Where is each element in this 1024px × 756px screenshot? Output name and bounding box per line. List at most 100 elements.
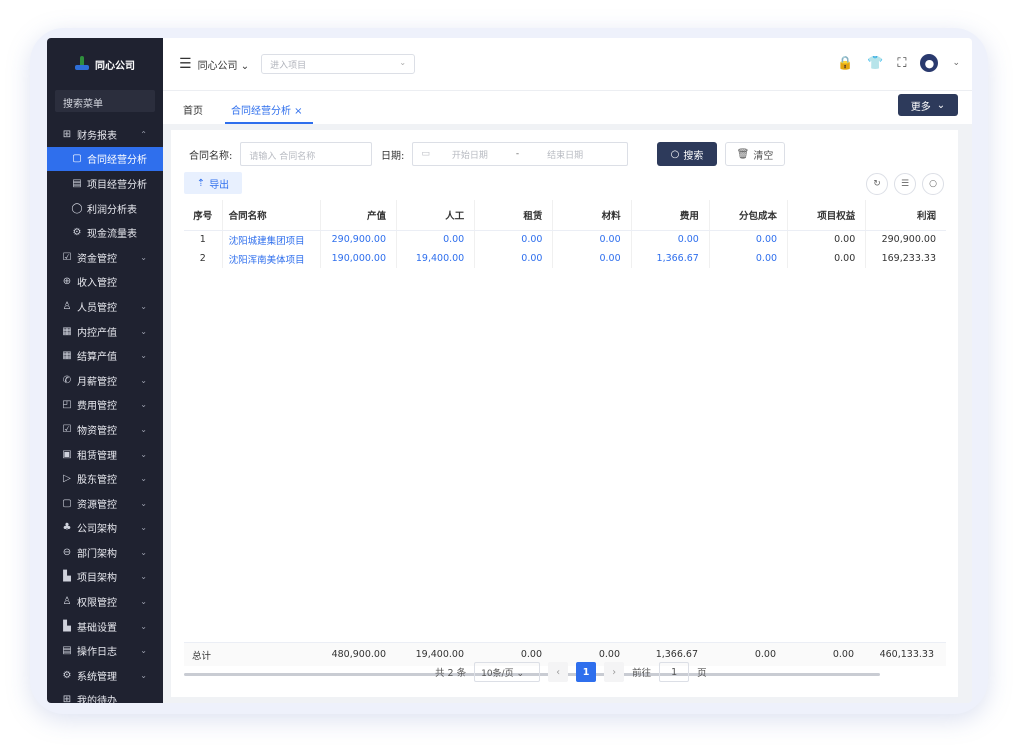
sidebar-item-label: 部门架构: [77, 548, 117, 560]
sidebar-item[interactable]: ♙ 权限管控 ⌄: [47, 589, 163, 614]
table-cell[interactable]: 0.00: [396, 230, 476, 249]
more-label: 更多: [910, 101, 931, 113]
table-cell[interactable]: 290,900.00: [320, 230, 398, 249]
gear-icon: ⚙: [72, 227, 82, 239]
shirt-icon[interactable]: 👕: [867, 56, 883, 71]
current-page[interactable]: 1: [576, 662, 597, 682]
sidebar-item[interactable]: ▙ 项目架构 ⌄: [47, 565, 163, 590]
chevron-down-icon: ⌄: [140, 597, 147, 607]
sidebar-item[interactable]: ⊞ 我的待办: [47, 688, 163, 703]
fullscreen-icon[interactable]: ⛶: [897, 56, 906, 71]
sidebar-item-label: 合同经营分析: [87, 155, 147, 167]
column-header[interactable]: 人工: [396, 200, 476, 231]
company-switcher[interactable]: 同心公司 ⌄: [198, 57, 250, 72]
sidebar-item[interactable]: ▤ 操作日志 ⌄: [47, 638, 163, 663]
search-button[interactable]: ○ 搜索: [657, 142, 717, 166]
table-cell[interactable]: 0.00: [709, 249, 789, 268]
column-header[interactable]: 合同名称: [222, 200, 321, 231]
lock-icon[interactable]: 🔒: [837, 56, 853, 71]
sidebar-item[interactable]: ▙ 基础设置 ⌄: [47, 614, 163, 639]
table-cell[interactable]: 19,400.00: [396, 249, 476, 268]
chevron-down-icon: ⌄: [140, 400, 147, 410]
sidebar-item[interactable]: ▢ 资源管控 ⌄: [47, 491, 163, 516]
date-range-input[interactable]: ▭ 开始日期 - 结束日期: [412, 142, 629, 166]
refresh-icon[interactable]: ↻: [866, 173, 888, 195]
column-header[interactable]: 序号: [184, 200, 223, 231]
prev-page-button[interactable]: ‹: [548, 662, 569, 682]
more-button[interactable]: 更多 ⌄: [898, 94, 958, 116]
table-row[interactable]: 1 沈阳城建集团项目 290,900.00 0.00 0.00 0.00 0.00 0.00 0…: [184, 230, 946, 249]
contract-link[interactable]: 沈阳浑南美体项目: [222, 249, 321, 268]
column-header[interactable]: 费用: [631, 200, 710, 231]
sidebar-item[interactable]: ◯ 利润分析表: [47, 196, 163, 221]
column-header[interactable]: 利润: [865, 200, 946, 231]
sidebar-item[interactable]: ⊖ 部门架构 ⌄: [47, 540, 163, 565]
table-cell[interactable]: 190,000.00: [320, 249, 398, 268]
column-header[interactable]: 材料: [552, 200, 632, 231]
sidebar-item[interactable]: ⊕ 收入管控: [47, 270, 163, 295]
menu-search[interactable]: 搜索菜单: [55, 90, 155, 112]
table-cell[interactable]: 0.00: [709, 230, 789, 249]
column-header[interactable]: 项目权益: [787, 200, 867, 231]
goto-input[interactable]: 1: [659, 662, 690, 682]
chevron-down-icon: ⌄: [399, 58, 407, 67]
table-cell[interactable]: 0.00: [474, 230, 554, 249]
clear-button[interactable]: 🗑 清空: [725, 142, 785, 166]
contract-link[interactable]: 沈阳城建集团项目: [222, 230, 321, 249]
sidebar-item[interactable]: ▣ 租赁管理 ⌄: [47, 442, 163, 467]
table-cell[interactable]: 0.00: [631, 230, 710, 249]
sidebar-item[interactable]: ▦ 结算产值 ⌄: [47, 343, 163, 368]
sidebar-item[interactable]: ⚙ 现金流量表: [47, 220, 163, 245]
columns-icon[interactable]: ☰: [894, 173, 916, 195]
sidebar-item[interactable]: ✆ 月薪管控 ⌄: [47, 368, 163, 393]
sidebar-item-label: 收入管控: [77, 278, 117, 290]
sidebar-item[interactable]: ◰ 费用管控 ⌄: [47, 393, 163, 418]
hamburger-icon[interactable]: ☰: [179, 56, 192, 72]
column-header[interactable]: 产值: [320, 200, 398, 231]
doc-icon: ▤: [62, 645, 72, 657]
tab-contract-analysis[interactable]: 合同经营分析 ×: [231, 102, 303, 117]
chevron-down-icon[interactable]: ⌄: [952, 58, 960, 68]
table-body: 1 沈阳城建集团项目 290,900.00 0.00 0.00 0.00 0.00 0.00 0…: [184, 230, 946, 268]
chevron-down-icon: ⌄: [140, 375, 147, 385]
sidebar-item[interactable]: ♙ 人员管控 ⌄: [47, 294, 163, 319]
sidebar-item[interactable]: ▢ 合同经营分析: [47, 146, 163, 172]
table-cell[interactable]: 0.00: [552, 249, 632, 268]
total-cell: 480,900.00: [331, 649, 386, 660]
contract-input[interactable]: 请输入 合同名称: [240, 142, 373, 166]
sidebar-item[interactable]: ▦ 内控产值 ⌄: [47, 319, 163, 344]
table-cell[interactable]: 1,366.67: [631, 249, 710, 268]
sidebar-item-label: 公司架构: [77, 524, 117, 536]
sidebar-item-label: 租赁管理: [77, 450, 117, 462]
export-button[interactable]: ⇡ 导出: [184, 172, 242, 194]
sidebar-item-label: 系统管理: [77, 671, 117, 683]
sidebar-item[interactable]: ▷ 股东管控 ⌄: [47, 466, 163, 491]
column-header[interactable]: 租赁: [474, 200, 554, 231]
sidebar-item[interactable]: ▤ 项目经营分析: [47, 171, 163, 196]
sidebar-item[interactable]: ☑ 资金管控 ⌄: [47, 245, 163, 270]
check-icon: ☑: [62, 423, 72, 435]
total-count: 共 2 条: [435, 668, 467, 679]
column-header[interactable]: 分包成本: [709, 200, 789, 231]
next-page-button[interactable]: ›: [604, 662, 625, 682]
box-icon: ▢: [62, 497, 72, 509]
table-row[interactable]: 2 沈阳浑南美体项目 190,000.00 19,400.00 0.00 0.00 1,36…: [184, 249, 946, 268]
sidebar-item[interactable]: ♣ 公司架构 ⌄: [47, 516, 163, 541]
table-cell[interactable]: 0.00: [474, 249, 554, 268]
sidebar-item[interactable]: ⚙ 系统管理 ⌄: [47, 663, 163, 688]
table-cell[interactable]: 0.00: [552, 230, 632, 249]
sidebar-item[interactable]: ⊞ 财务报表 ⌃: [47, 122, 163, 147]
page-size-select[interactable]: 10条/页 ⌄: [474, 662, 541, 682]
total-cell: 总计: [192, 650, 212, 662]
send-icon: ▷: [63, 473, 71, 485]
avatar[interactable]: ●: [920, 54, 939, 72]
table-cell: 2: [184, 249, 223, 268]
chevron-down-icon: ⌄: [936, 99, 946, 111]
sidebar-item-label: 项目架构: [77, 573, 117, 585]
tab-home[interactable]: 首页: [183, 102, 203, 117]
project-select[interactable]: 进入项目 ⌄: [261, 54, 416, 74]
search-icon[interactable]: ○: [922, 173, 944, 195]
table-cell: 0.00: [787, 230, 867, 249]
logo[interactable]: 同心公司: [47, 38, 163, 90]
sidebar-item[interactable]: ☑ 物资管控 ⌄: [47, 417, 163, 442]
